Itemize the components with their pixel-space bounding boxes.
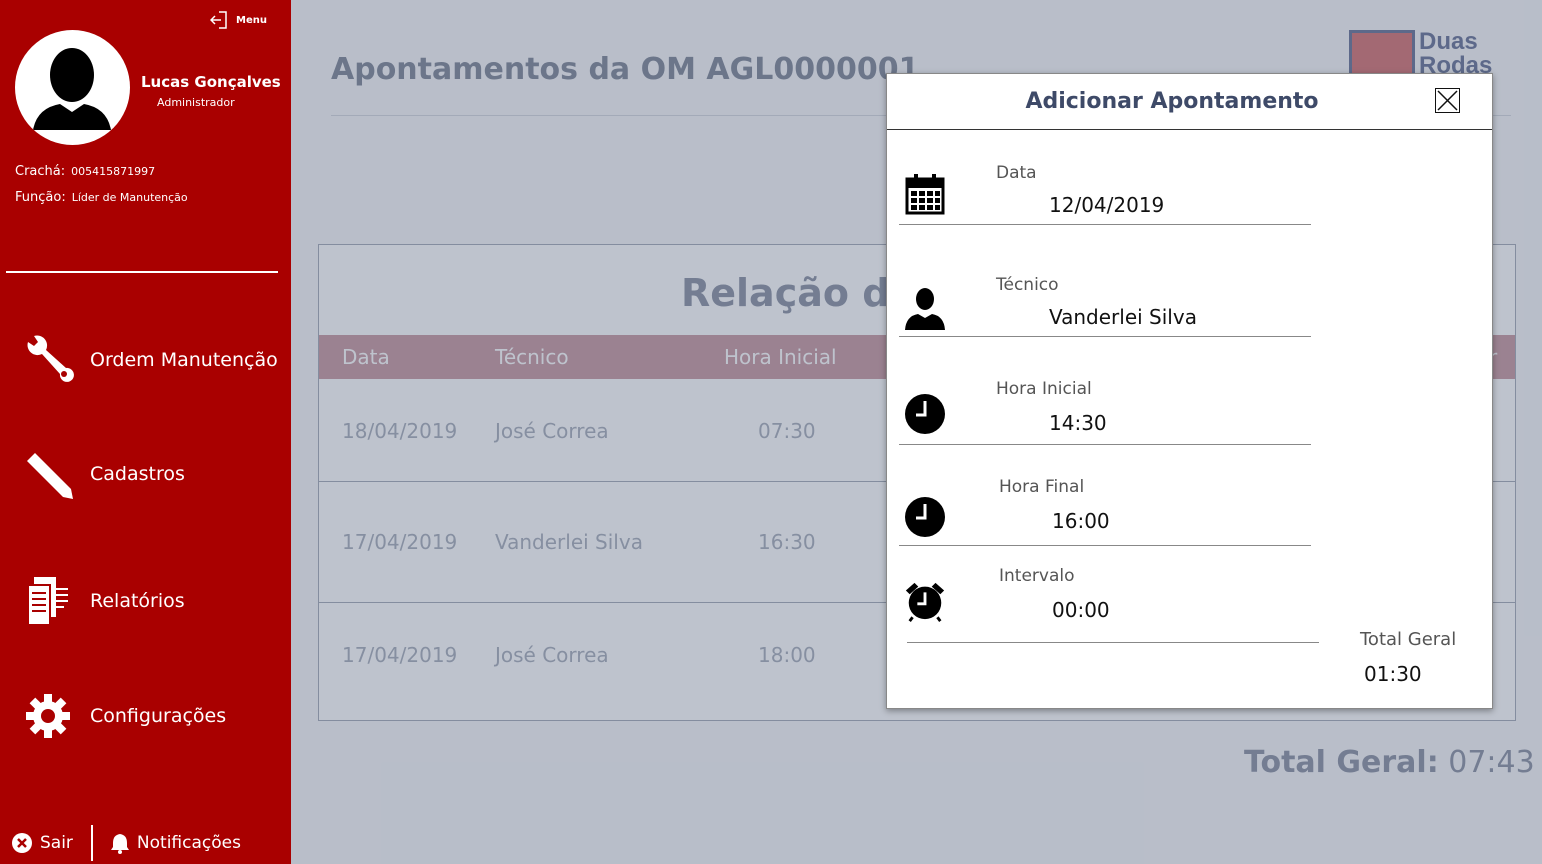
badge-label: Crachá: [15,164,66,179]
footer-divider [90,825,93,861]
date-field[interactable]: 12/04/2019 [1049,193,1164,217]
start-time-field-underline [899,444,1311,445]
nav-label: Relatórios [90,590,185,612]
date-field-underline [899,224,1311,225]
nav-item-ordem-manutencao[interactable]: Ordem Manutenção [18,330,278,390]
bell-icon [110,834,129,854]
nav-label: Ordem Manutenção [90,349,278,371]
date-label: Data [996,163,1037,183]
interval-field[interactable]: 00:00 [1052,598,1110,622]
nav-label: Configurações [90,705,227,727]
function-value: Líder de Manutenção [71,191,188,204]
add-appointment-dialog: Adicionar Apontamento Data 12/04/2019 Té… [886,73,1493,709]
user-role: Administrador [157,96,235,109]
logout-label: Sair [40,833,73,853]
start-time-field[interactable]: 14:30 [1049,411,1107,435]
badge-value: 005415871997 [71,165,156,178]
clock-icon [903,495,947,539]
calendar-icon [903,172,947,216]
dialog-total-value: 01:30 [1364,662,1422,686]
close-icon [1437,90,1458,111]
user-silhouette-icon [33,48,111,130]
badge-info: Crachá: 005415871997 [15,164,155,179]
technician-label: Técnico [996,275,1059,295]
function-label: Função: [15,190,66,205]
sidebar: Menu Lucas Gonçalves Administrador Crach… [0,0,291,864]
close-button[interactable] [1435,88,1460,113]
wrench-icon [18,330,78,390]
function-info: Função: Líder de Manutenção [15,190,188,205]
start-time-label: Hora Inicial [996,379,1092,399]
nav-item-configuracoes[interactable]: Configurações [18,686,226,746]
sidebar-footer: Sair Notificações [0,822,291,864]
dialog-title: Adicionar Apontamento [1025,89,1319,114]
interval-field-underline [907,642,1319,643]
end-time-field[interactable]: 16:00 [1052,509,1110,533]
reports-icon [18,571,78,631]
person-icon [903,286,947,330]
avatar [15,30,130,145]
gear-icon [18,686,78,746]
menu-label: Menu [236,14,267,26]
nav-label: Cadastros [90,463,185,485]
technician-field-underline [899,336,1311,337]
alarm-clock-icon [903,579,947,623]
nav-item-relatorios[interactable]: Relatórios [18,571,185,631]
clock-icon [903,392,947,436]
pencil-icon [18,444,78,504]
logout-button[interactable]: Sair [12,833,73,853]
end-time-label: Hora Final [999,477,1085,497]
menu-exit-icon [210,11,227,29]
nav-item-cadastros[interactable]: Cadastros [18,444,185,504]
notifications-label: Notificações [136,833,241,853]
sidebar-divider [6,271,278,273]
notifications-button[interactable]: Notificações [109,832,241,854]
dialog-header-divider [887,129,1492,130]
interval-label: Intervalo [999,566,1075,586]
menu-toggle-button[interactable]: Menu [210,10,267,30]
user-name: Lucas Gonçalves [141,73,281,91]
close-circle-icon [12,833,32,853]
end-time-field-underline [899,545,1311,546]
technician-field[interactable]: Vanderlei Silva [1049,305,1197,329]
dialog-total-label: Total Geral [1360,629,1457,650]
